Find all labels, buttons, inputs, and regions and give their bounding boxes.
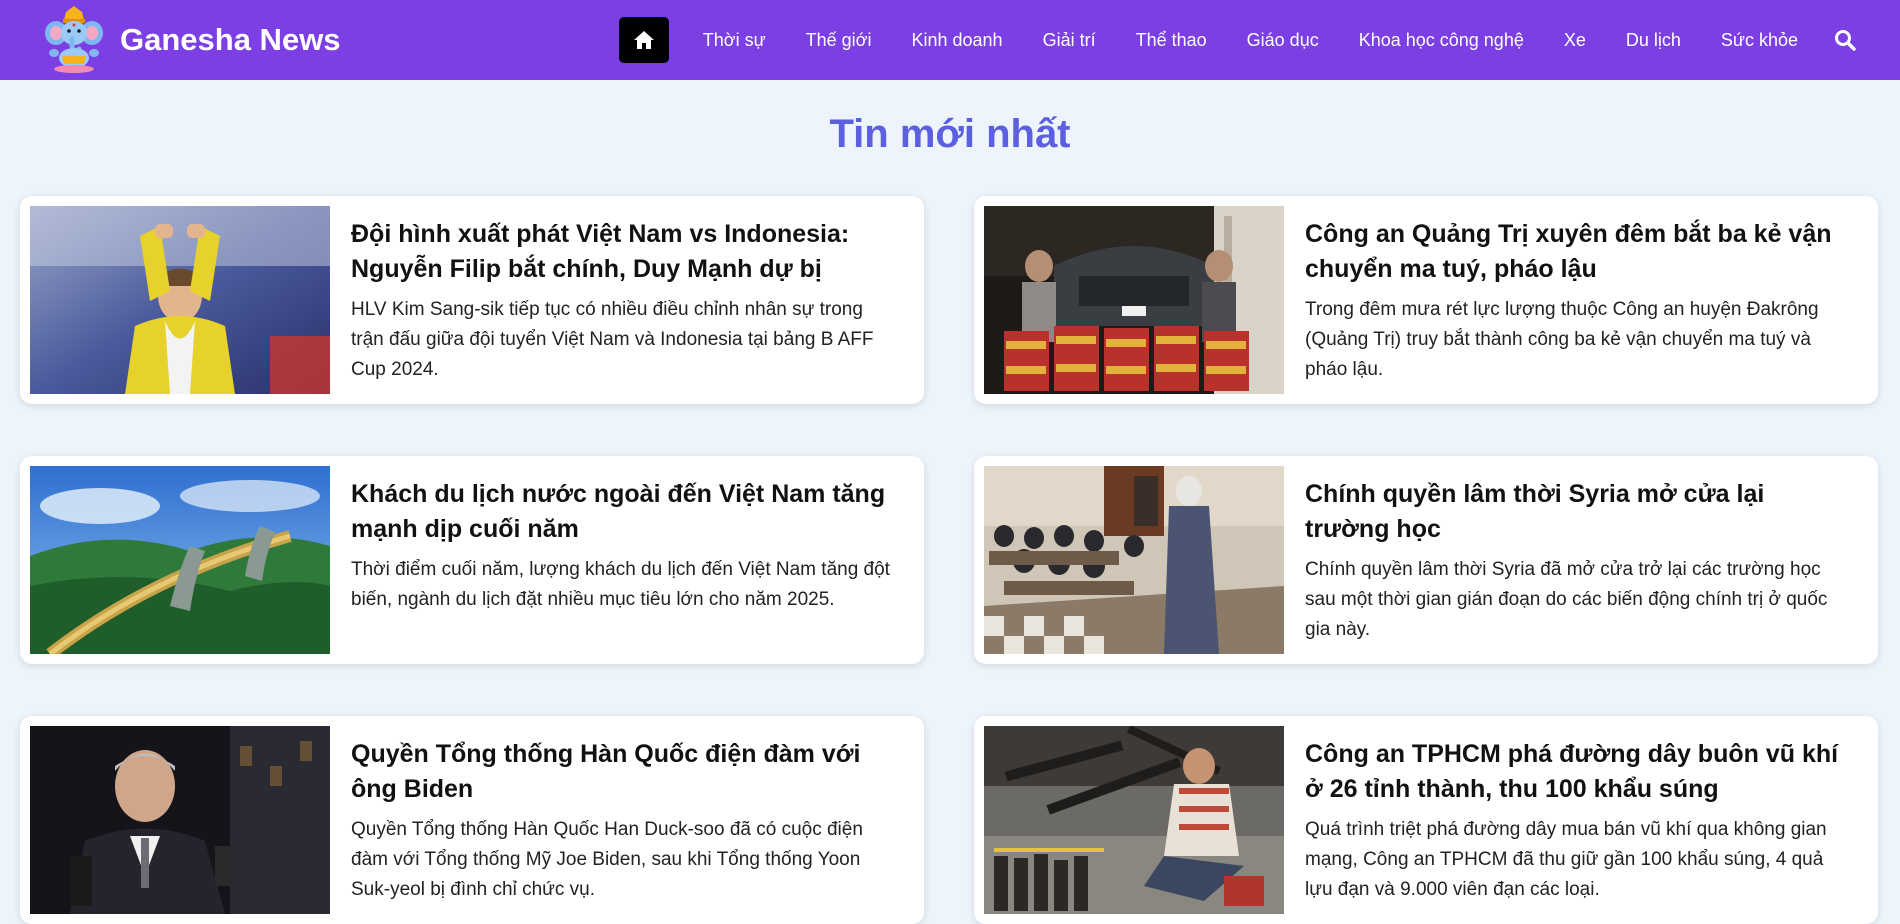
- news-card[interactable]: Công an Quảng Trị xuyên đêm bắt ba kẻ vậ…: [974, 196, 1878, 404]
- classroom-photo: [984, 466, 1284, 654]
- politician-interview-photo: [30, 726, 330, 914]
- nav-item-the-gioi[interactable]: Thế giới: [786, 30, 892, 51]
- news-card[interactable]: Khách du lịch nước ngoài đến Việt Nam tă…: [20, 456, 924, 664]
- brand-name: Ganesha News: [120, 22, 341, 57]
- card-body: Công an TPHCM phá đường dây buôn vũ khí …: [1305, 726, 1868, 914]
- nav-item-giai-tri[interactable]: Giải trí: [1023, 30, 1116, 51]
- nav-item-suc-khoe[interactable]: Sức khỏe: [1701, 30, 1818, 51]
- news-card[interactable]: Quyền Tổng thống Hàn Quốc điện đàm với ô…: [20, 716, 924, 924]
- nav-item-thoi-su[interactable]: Thời sự: [683, 30, 786, 51]
- news-card[interactable]: Công an TPHCM phá đường dây buôn vũ khí …: [974, 716, 1878, 924]
- nav-item-du-lich[interactable]: Du lịch: [1606, 30, 1701, 51]
- card-body: Chính quyền lâm thời Syria mở cửa lại tr…: [1305, 466, 1868, 654]
- search-button[interactable]: [1830, 25, 1860, 55]
- article-description: Thời điểm cuối năm, lượng khách du lịch …: [351, 559, 890, 610]
- home-icon: [633, 31, 654, 49]
- top-navbar: Ganesha News Thời sự Thế giới Kinh doanh…: [0, 0, 1900, 80]
- news-grid: Đội hình xuất phát Việt Nam vs Indonesia…: [20, 196, 1878, 924]
- article-description: Trong đêm mưa rét lực lượng thuộc Công a…: [1305, 299, 1819, 380]
- card-body: Quyền Tổng thống Hàn Quốc điện đàm với ô…: [351, 726, 914, 914]
- news-card[interactable]: Đội hình xuất phát Việt Nam vs Indonesia…: [20, 196, 924, 404]
- article-description: HLV Kim Sang-sik tiếp tục có nhiều điều …: [351, 299, 874, 380]
- article-title[interactable]: Quyền Tổng thống Hàn Quốc điện đàm với ô…: [351, 737, 898, 807]
- article-title[interactable]: Đội hình xuất phát Việt Nam vs Indonesia…: [351, 217, 898, 287]
- nav-item-the-thao[interactable]: Thể thao: [1116, 30, 1227, 51]
- main-menu: Thời sự Thế giới Kinh doanh Giải trí Thể…: [618, 0, 1860, 80]
- home-button[interactable]: [618, 17, 669, 63]
- golden-bridge-photo: [30, 466, 330, 654]
- article-title[interactable]: Công an TPHCM phá đường dây buôn vũ khí …: [1305, 737, 1852, 807]
- nav-item-giao-duc[interactable]: Giáo dục: [1227, 30, 1339, 51]
- goalkeeper-applauding-photo: [30, 206, 330, 394]
- article-title[interactable]: Công an Quảng Trị xuyên đêm bắt ba kẻ vậ…: [1305, 217, 1852, 287]
- article-title[interactable]: Chính quyền lâm thời Syria mở cửa lại tr…: [1305, 477, 1852, 547]
- section-title: Tin mới nhất: [829, 112, 1071, 156]
- brand[interactable]: Ganesha News: [40, 6, 341, 74]
- news-card[interactable]: Chính quyền lâm thời Syria mở cửa lại tr…: [974, 456, 1878, 664]
- article-description: Quyền Tổng thống Hàn Quốc Han Duck-soo đ…: [351, 819, 863, 900]
- nav-item-xe[interactable]: Xe: [1544, 30, 1606, 51]
- card-body: Đội hình xuất phát Việt Nam vs Indonesia…: [351, 206, 914, 394]
- card-body: Khách du lịch nước ngoài đến Việt Nam tă…: [351, 466, 914, 654]
- nav-item-khoa-hoc-cong-nghe[interactable]: Khoa học công nghệ: [1339, 30, 1544, 51]
- search-icon: [1835, 30, 1856, 51]
- card-body: Công an Quảng Trị xuyên đêm bắt ba kẻ vậ…: [1305, 206, 1868, 394]
- seized-fireworks-car-photo: [984, 206, 1284, 394]
- seized-weapons-photo: [984, 726, 1284, 914]
- article-description: Chính quyền lâm thời Syria đã mở cửa trở…: [1305, 559, 1828, 640]
- ganesha-logo: [45, 6, 103, 73]
- article-description: Quá trình triệt phá đường dây mua bán vũ…: [1305, 819, 1827, 900]
- nav-item-kinh-doanh[interactable]: Kinh doanh: [891, 30, 1022, 51]
- article-title[interactable]: Khách du lịch nước ngoài đến Việt Nam tă…: [351, 477, 898, 547]
